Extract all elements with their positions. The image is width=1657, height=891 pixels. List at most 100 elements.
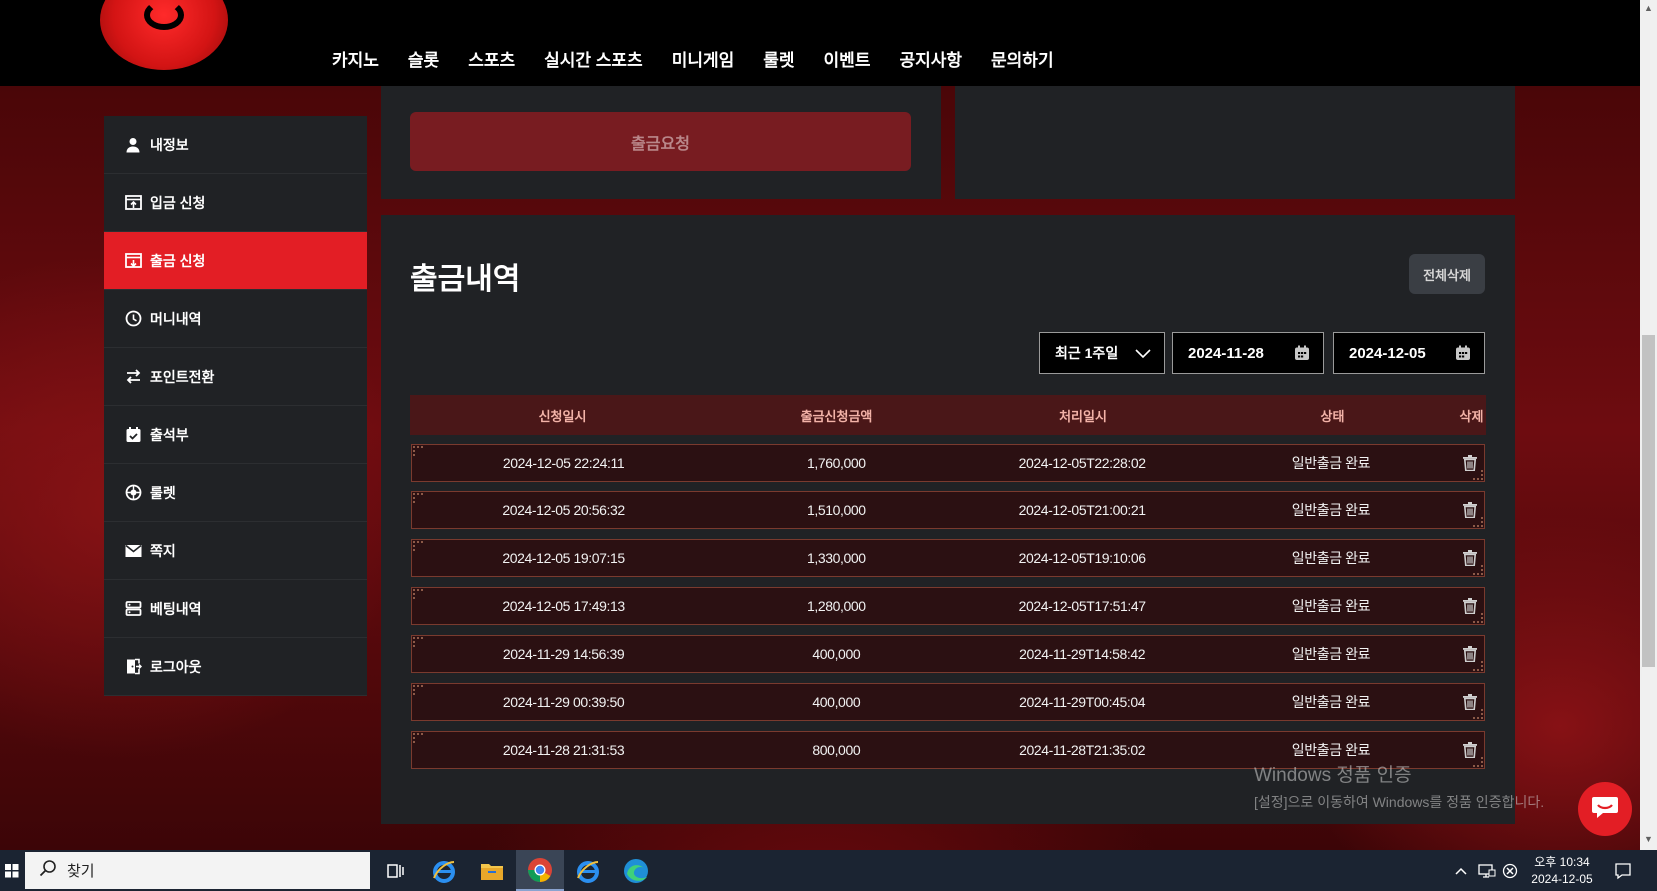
exchange-icon xyxy=(124,368,142,386)
trash-icon[interactable] xyxy=(1455,742,1484,758)
cell-requested-at: 2024-12-05 22:24:11 xyxy=(502,455,625,471)
scroll-down-icon[interactable]: ▼ xyxy=(1644,834,1653,844)
chrome-icon[interactable] xyxy=(516,850,564,891)
nav-minigame[interactable]: 미니게임 xyxy=(672,46,735,71)
calendar-check-icon xyxy=(124,426,142,444)
cell-requested-at: 2024-12-05 20:56:32 xyxy=(502,502,625,518)
trash-icon[interactable] xyxy=(1455,646,1484,662)
delete-all-button[interactable]: 전체삭제 xyxy=(1409,254,1485,294)
windows-start-icon[interactable] xyxy=(0,850,24,891)
scroll-up-icon[interactable]: ▲ xyxy=(1644,3,1653,13)
watermark-subtitle: [설정]으로 이동하여 Windows를 정품 인증합니다. xyxy=(1254,794,1545,810)
row-corner-decoration xyxy=(1473,517,1483,527)
sidebar-item-point-exchange[interactable]: 포인트전환 xyxy=(104,348,367,406)
cell-amount: 1,330,000 xyxy=(806,550,866,566)
cell-processed-at: 2024-12-05T17:51:47 xyxy=(1018,598,1146,614)
trash-icon[interactable] xyxy=(1455,598,1484,614)
row-corner-decoration xyxy=(413,589,423,599)
sidebar-item-label: 내정보 xyxy=(150,136,189,153)
row-corner-decoration xyxy=(1473,613,1483,623)
trash-icon[interactable] xyxy=(1455,550,1484,566)
volume-muted-icon[interactable] xyxy=(1502,850,1518,891)
file-explorer-icon[interactable] xyxy=(468,850,516,891)
sidebar-item-logout[interactable]: 로그아웃 xyxy=(104,638,367,696)
table-row: 2024-11-29 00:39:50 400,000 2024-11-29T0… xyxy=(411,683,1485,721)
cell-requested-at: 2024-11-29 14:56:39 xyxy=(502,646,625,662)
table-row: 2024-12-05 17:49:13 1,280,000 2024-12-05… xyxy=(411,587,1485,625)
taskbar-search-input[interactable]: 찾기 xyxy=(25,852,370,889)
task-view-icon[interactable] xyxy=(371,850,419,891)
cell-amount: 400,000 xyxy=(812,694,861,710)
date-to-input[interactable]: 2024-12-05 xyxy=(1333,332,1485,374)
site-logo[interactable] xyxy=(100,0,228,70)
cell-status: 일반출금 완료 xyxy=(1291,550,1371,566)
clock-date: 2024-12-05 xyxy=(1531,872,1593,886)
date-from-input[interactable]: 2024-11-28 xyxy=(1172,332,1324,374)
tray-chevron-up-icon[interactable] xyxy=(1455,850,1467,891)
page-scrollbar[interactable]: ▲ ▼ xyxy=(1640,0,1657,850)
windows-taskbar: 찾기 오후 10:34 2024-12-05 xyxy=(0,850,1657,891)
nav-sports[interactable]: 스포츠 xyxy=(468,46,515,71)
cell-status: 일반출금 완료 xyxy=(1291,455,1371,471)
cell-processed-at: 2024-12-05T21:00:21 xyxy=(1018,502,1146,518)
main-nav: 카지노 슬롯 스포츠 실시간 스포츠 미니게임 룰렛 이벤트 공지사항 문의하기 xyxy=(332,46,1083,71)
network-icon[interactable] xyxy=(1478,850,1496,891)
withdraw-request-button[interactable]: 출금요청 xyxy=(410,112,911,171)
nav-roulette[interactable]: 룰렛 xyxy=(763,46,794,71)
period-select[interactable]: 최근 1주일 xyxy=(1039,332,1165,374)
sidebar-item-withdraw[interactable]: 출금 신청 xyxy=(104,232,367,290)
calendar-icon[interactable] xyxy=(1294,345,1310,365)
cell-processed-at: 2024-12-05T22:28:02 xyxy=(1018,455,1146,471)
column-amount: 출금신청금액 xyxy=(800,408,873,424)
nav-casino[interactable]: 카지노 xyxy=(332,46,379,71)
sidebar-item-message[interactable]: 쪽지 xyxy=(104,522,367,580)
column-status: 상태 xyxy=(1320,408,1345,424)
sidebar-item-attendance[interactable]: 출석부 xyxy=(104,406,367,464)
sidebar-item-label: 포인트전환 xyxy=(150,368,215,385)
nav-event[interactable]: 이벤트 xyxy=(824,46,871,71)
sidebar-item-label: 룰렛 xyxy=(150,484,176,501)
search-placeholder: 찾기 xyxy=(67,863,95,880)
cell-processed-at: 2024-11-29T14:58:42 xyxy=(1019,646,1146,662)
cell-processed-at: 2024-11-29T00:45:04 xyxy=(1019,694,1146,710)
sidebar-item-label: 쪽지 xyxy=(150,542,176,559)
sidebar-item-my-info[interactable]: 내정보 xyxy=(104,116,367,174)
sidebar-item-money-history[interactable]: 머니내역 xyxy=(104,290,367,348)
internet-explorer-icon[interactable] xyxy=(420,850,468,891)
internet-explorer-icon[interactable] xyxy=(564,850,612,891)
cell-requested-at: 2024-12-05 17:49:13 xyxy=(502,598,625,614)
edge-icon[interactable] xyxy=(612,850,660,891)
live-chat-button[interactable] xyxy=(1578,782,1632,836)
user-icon xyxy=(124,136,142,154)
nav-slot[interactable]: 슬롯 xyxy=(408,46,439,71)
sidebar-item-betting-history[interactable]: 베팅내역 xyxy=(104,580,367,638)
column-requested-at: 신청일시 xyxy=(538,408,587,424)
trash-icon[interactable] xyxy=(1455,502,1484,518)
notification-icon[interactable] xyxy=(1614,850,1632,891)
trash-icon[interactable] xyxy=(1455,694,1484,710)
row-corner-decoration xyxy=(413,541,423,551)
search-icon xyxy=(39,859,57,882)
sidebar-item-roulette[interactable]: 룰렛 xyxy=(104,464,367,522)
nav-live-sports[interactable]: 실시간 스포츠 xyxy=(544,46,643,71)
row-corner-decoration xyxy=(413,446,423,456)
row-corner-decoration xyxy=(1473,565,1483,575)
sidebar-item-deposit[interactable]: 입금 신청 xyxy=(104,174,367,232)
row-corner-decoration xyxy=(1473,709,1483,719)
nav-notice[interactable]: 공지사항 xyxy=(899,46,962,71)
calendar-icon[interactable] xyxy=(1455,345,1471,365)
site-header: 카지노 슬롯 스포츠 실시간 스포츠 미니게임 룰렛 이벤트 공지사항 문의하기 xyxy=(0,0,1640,86)
cell-amount: 800,000 xyxy=(812,742,861,758)
table-row: 2024-11-29 14:56:39 400,000 2024-11-29T1… xyxy=(411,635,1485,673)
cell-amount: 1,280,000 xyxy=(806,598,866,614)
withdraw-form-panel: 출금요청 xyxy=(381,86,941,199)
sidebar-item-label: 베팅내역 xyxy=(150,600,202,617)
nav-inquiry[interactable]: 문의하기 xyxy=(991,46,1054,71)
scroll-thumb[interactable] xyxy=(1642,335,1655,667)
table-row: 2024-12-05 20:56:32 1,510,000 2024-12-05… xyxy=(411,491,1485,529)
cell-requested-at: 2024-11-29 00:39:50 xyxy=(502,694,625,710)
chevron-down-icon xyxy=(1134,344,1152,365)
cell-processed-at: 2024-12-05T19:10:06 xyxy=(1018,550,1146,566)
taskbar-clock[interactable]: 오후 10:34 2024-12-05 xyxy=(1522,854,1602,888)
trash-icon[interactable] xyxy=(1455,455,1484,471)
